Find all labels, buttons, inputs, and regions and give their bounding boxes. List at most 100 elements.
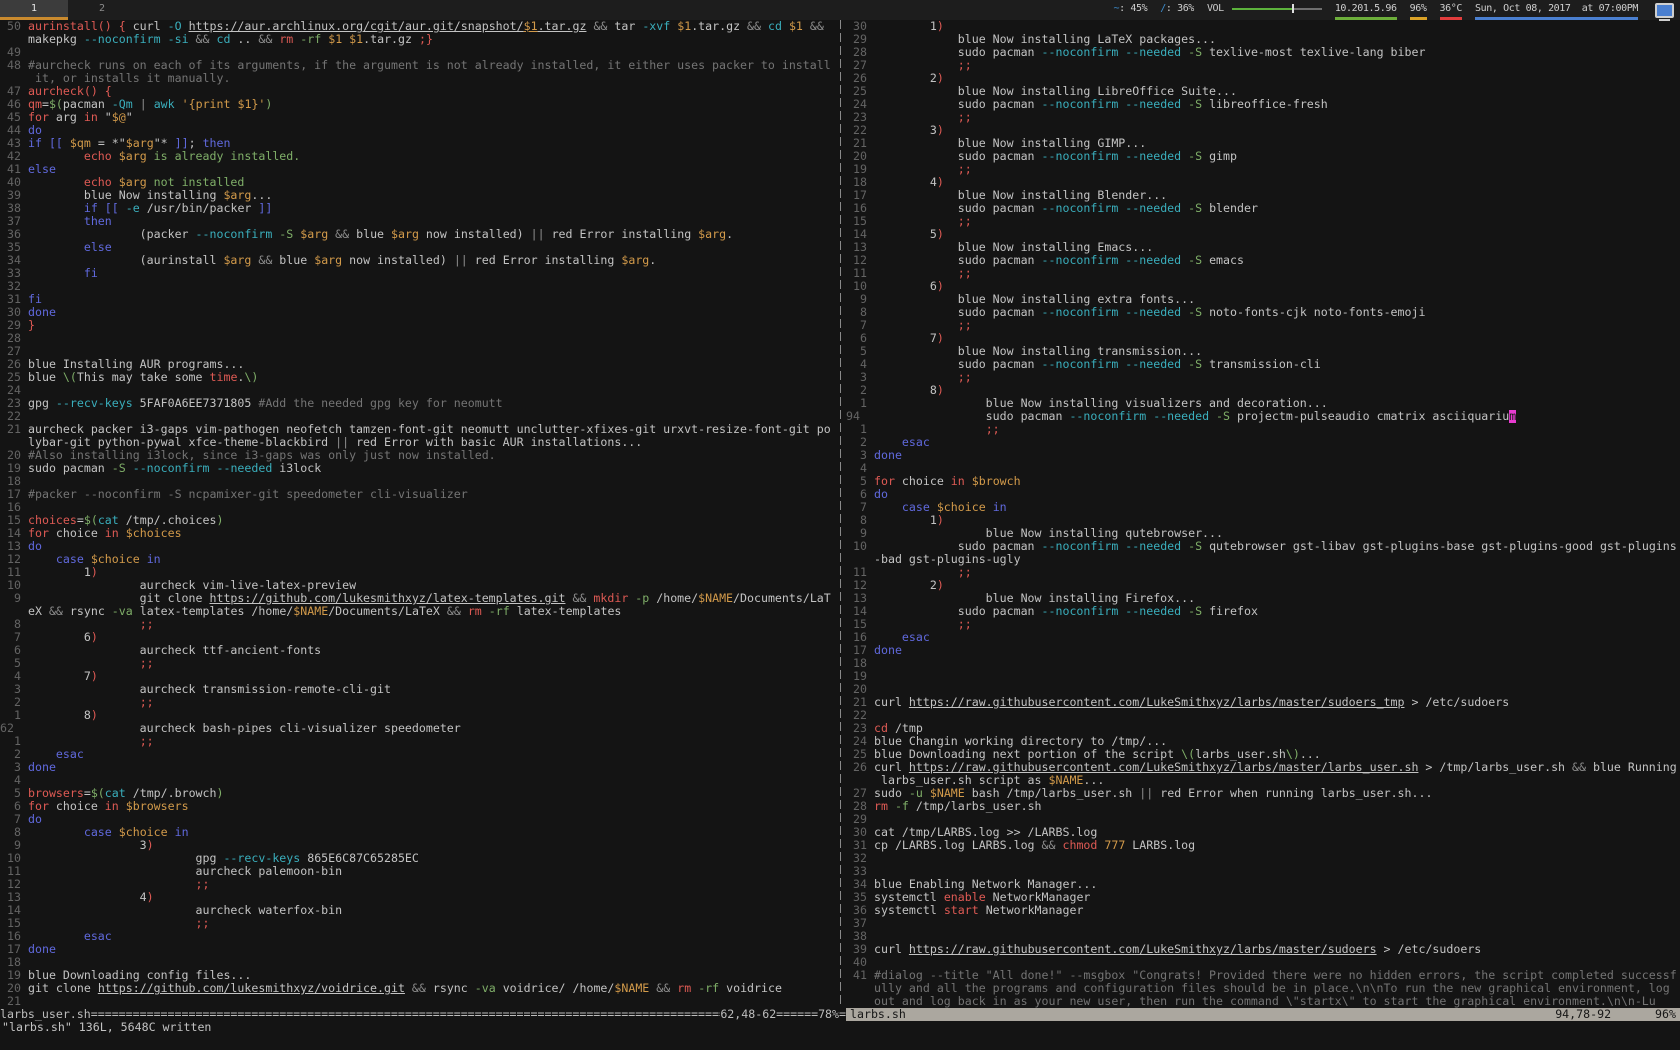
line-number: 11 [0, 566, 28, 579]
statusline-right-spacer [906, 1008, 1555, 1021]
volume-slider[interactable] [1232, 4, 1322, 13]
code-row: 38 if [[ -e /usr/bin/packer ]] [0, 202, 836, 215]
code-text: (packer --noconfirm -S $arg && blue $arg… [28, 228, 733, 241]
code-text: echo $arg not installed [28, 176, 244, 189]
code-text: esac [28, 748, 84, 761]
line-number: 13 [0, 540, 28, 553]
code-row: 15choices=$(cat /tmp/.choices) [0, 514, 836, 527]
code-text: blue Now installing Blender... [874, 189, 1167, 202]
code-text: esac [28, 930, 112, 943]
code-row: 24 [0, 384, 836, 397]
code-text: git clone https://github.com/lukesmithxy… [28, 592, 831, 605]
line-number: 12 [846, 579, 874, 592]
code-row: 20#Also installing i3lock, since i3-gaps… [0, 449, 836, 462]
code-row: 31fi [0, 293, 836, 306]
line-number: 6 [846, 332, 874, 345]
code-row: -bad gst-plugins-ugly [846, 553, 1680, 566]
editor-pane-right[interactable]: 30 1)29 blue Now installing LaTeX packag… [846, 20, 1680, 1008]
statusline-right-percent: 96% [1655, 1008, 1676, 1021]
code-text: blue Now installing GIMP... [874, 137, 1146, 150]
code-text: curl https://raw.githubusercontent.com/L… [874, 943, 1481, 956]
line-number: 28 [0, 332, 28, 345]
code-row: 14 sudo pacman --noconfirm --needed -S f… [846, 605, 1680, 618]
workspace-tag-1[interactable]: 1 [0, 0, 68, 20]
code-text: done [28, 306, 56, 319]
code-row: 15 ;; [846, 215, 1680, 228]
line-number: 11 [846, 267, 874, 280]
code-row: 40 [846, 956, 1680, 969]
code-row: 2 esac [0, 748, 836, 761]
vim-command-line: "larbs.sh" 136L, 5648C written [0, 1021, 1680, 1034]
code-row: 12 case $choice in [0, 553, 836, 566]
code-row: 6 aurcheck ttf-ancient-fonts [0, 644, 836, 657]
code-row: 30done [0, 306, 836, 319]
code-row: 11 ;; [846, 267, 1680, 280]
line-number: 10 [0, 579, 28, 592]
code-text: blue Now installing transmission... [874, 345, 1202, 358]
code-row: 1 8) [0, 709, 836, 722]
line-number: 6 [0, 644, 28, 657]
line-number: 7 [846, 501, 874, 514]
code-row: 1 blue Now installing visualizers and de… [846, 397, 1680, 410]
code-row: 62 aurcheck bash-pipes cli-visualizer sp… [0, 722, 836, 735]
volume-control[interactable]: VOL [1207, 0, 1322, 20]
code-row: 25blue \(This may take some time.\) [0, 371, 836, 384]
code-text: if [[ -e /usr/bin/packer ]] [28, 202, 272, 215]
home-disk-value: : 45% [1119, 3, 1147, 14]
code-text: do [28, 540, 42, 553]
code-row: 23 ;; [846, 111, 1680, 124]
line-number: 10 [846, 280, 874, 293]
code-text: gpg --recv-keys 865E6C87C65285EC [28, 852, 419, 865]
code-text: done [28, 761, 56, 774]
code-row: 3 aurcheck transmission-remote-cli-git [0, 683, 836, 696]
code-text: sudo pacman --noconfirm --needed -S fire… [874, 605, 1258, 618]
code-row: 27 [0, 345, 836, 358]
code-row: 20 [846, 683, 1680, 696]
code-row: 48#aurcheck runs on each of its argument… [0, 59, 836, 72]
line-number: 39 [0, 189, 28, 202]
code-text: sudo pacman -S --noconfirm --needed i3lo… [28, 462, 321, 475]
code-row: 17done [0, 943, 836, 956]
code-row: ully and all the programs and configurat… [846, 982, 1680, 995]
line-number: 49 [0, 46, 28, 59]
line-number: 24 [846, 735, 874, 748]
code-text: cd /tmp [874, 722, 923, 735]
line-number: 94 [846, 410, 874, 423]
line-number: 1 [0, 735, 28, 748]
code-row: 35 else [0, 241, 836, 254]
code-text: esac [874, 436, 930, 449]
statusline-right-gap [1611, 1008, 1655, 1021]
code-row: 18 [0, 475, 836, 488]
code-row: 17#packer --noconfirm -S ncpamixer-git s… [0, 488, 836, 501]
code-row: 32 [0, 280, 836, 293]
line-number: 38 [846, 930, 874, 943]
code-text: do [28, 124, 42, 137]
code-text: blue Enabling Network Manager... [874, 878, 1097, 891]
code-row: it, or installs it manually. [0, 72, 836, 85]
volume-label: VOL [1207, 3, 1224, 14]
datetime: Sun, Oct 08, 2017 at 07:00PM [1475, 0, 1638, 20]
line-number: 5 [0, 657, 28, 670]
code-text: echo $arg is already installed. [28, 150, 300, 163]
battery-indicator: 96% [1410, 0, 1427, 20]
code-text: done [874, 449, 902, 462]
code-text: ;; [874, 566, 972, 579]
code-row: 11 1) [0, 566, 836, 579]
line-number: 18 [0, 956, 28, 969]
code-row: 9 blue Now installing extra fonts... [846, 293, 1680, 306]
code-text: case $choice in [28, 553, 161, 566]
line-number: 33 [0, 267, 28, 280]
code-row: 16 esac [0, 930, 836, 943]
line-number: 24 [0, 384, 28, 397]
workspace-tag-2[interactable]: 2 [68, 0, 136, 20]
line-number: 44 [0, 124, 28, 137]
line-number: 29 [846, 813, 874, 826]
line-number: 2 [846, 384, 874, 397]
code-text: aurinstall() { curl -O https://aur.archl… [28, 20, 831, 33]
line-number: 7 [0, 813, 28, 826]
code-text: blue Now installing visualizers and deco… [874, 397, 1328, 410]
temperature-indicator: 36°C [1440, 0, 1462, 20]
code-text: ;; [874, 215, 972, 228]
code-row: 28 [0, 332, 836, 345]
editor-pane-left[interactable]: 50aurinstall() { curl -O https://aur.arc… [0, 20, 836, 1008]
